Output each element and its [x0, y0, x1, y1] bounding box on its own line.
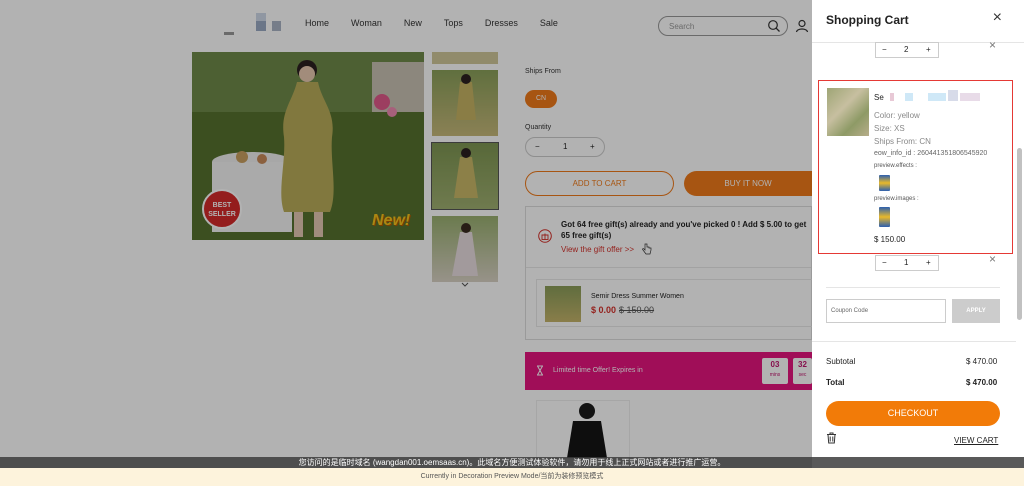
plus-icon[interactable]: +: [926, 258, 931, 267]
cart-item-ships-from: Ships From: CN: [874, 137, 931, 146]
page-dim-overlay[interactable]: [0, 0, 812, 486]
minus-icon[interactable]: −: [882, 258, 887, 267]
total-label: Total: [826, 378, 845, 387]
cart-item-size: Size: XS: [874, 124, 905, 133]
total-value: $ 470.00: [966, 378, 998, 387]
cart-item-image[interactable]: [827, 88, 869, 136]
apply-coupon-button[interactable]: APPLY: [952, 299, 1000, 323]
cart-item-color: Color: yellow: [874, 111, 920, 120]
view-cart-link[interactable]: VIEW CART: [954, 436, 998, 445]
cart-item-name[interactable]: Se: [874, 93, 884, 102]
cart-item-price: $ 150.00: [874, 235, 906, 244]
remove-item-icon[interactable]: ×: [989, 38, 996, 52]
cart-item-preview-effects: preview.effects :: [874, 163, 917, 169]
close-icon[interactable]: ×: [993, 9, 1002, 27]
checkout-button[interactable]: CHECKOUT: [826, 401, 1000, 426]
trash-icon[interactable]: [826, 432, 837, 444]
subtotal-label: Subtotal: [826, 357, 856, 366]
decoration-preview-bar: Currently in Decoration Preview Mode/当前为…: [0, 468, 1024, 486]
coupon-code-input[interactable]: Coupon Code: [826, 299, 946, 323]
cart-title: Shopping Cart: [826, 13, 909, 27]
preview-images-thumbnail[interactable]: [879, 207, 890, 227]
cart-item-quantity-stepper[interactable]: − 1 +: [875, 255, 939, 271]
cart-item-quantity-stepper[interactable]: − 2 +: [875, 42, 939, 58]
remove-item-icon[interactable]: ×: [989, 252, 996, 266]
cart-item-preview-images: preview.images :: [874, 196, 919, 202]
cart-item-quantity[interactable]: 2: [904, 45, 908, 54]
cart-scrollbar[interactable]: [1017, 148, 1022, 320]
preview-effects-thumbnail[interactable]: [879, 175, 890, 191]
temporary-domain-notice: 您访问的是临时域名 (wangdan001.oemsaas.cn)。此域名方便测…: [0, 457, 1024, 468]
subtotal-value: $ 470.00: [966, 357, 998, 366]
minus-icon[interactable]: −: [882, 45, 887, 54]
plus-icon[interactable]: +: [926, 45, 931, 54]
cart-item-eow-info: eow_info_id : 260441351806545920: [874, 150, 988, 157]
blurred-name-pixels: [890, 90, 985, 104]
cart-item-quantity[interactable]: 1: [904, 258, 908, 267]
